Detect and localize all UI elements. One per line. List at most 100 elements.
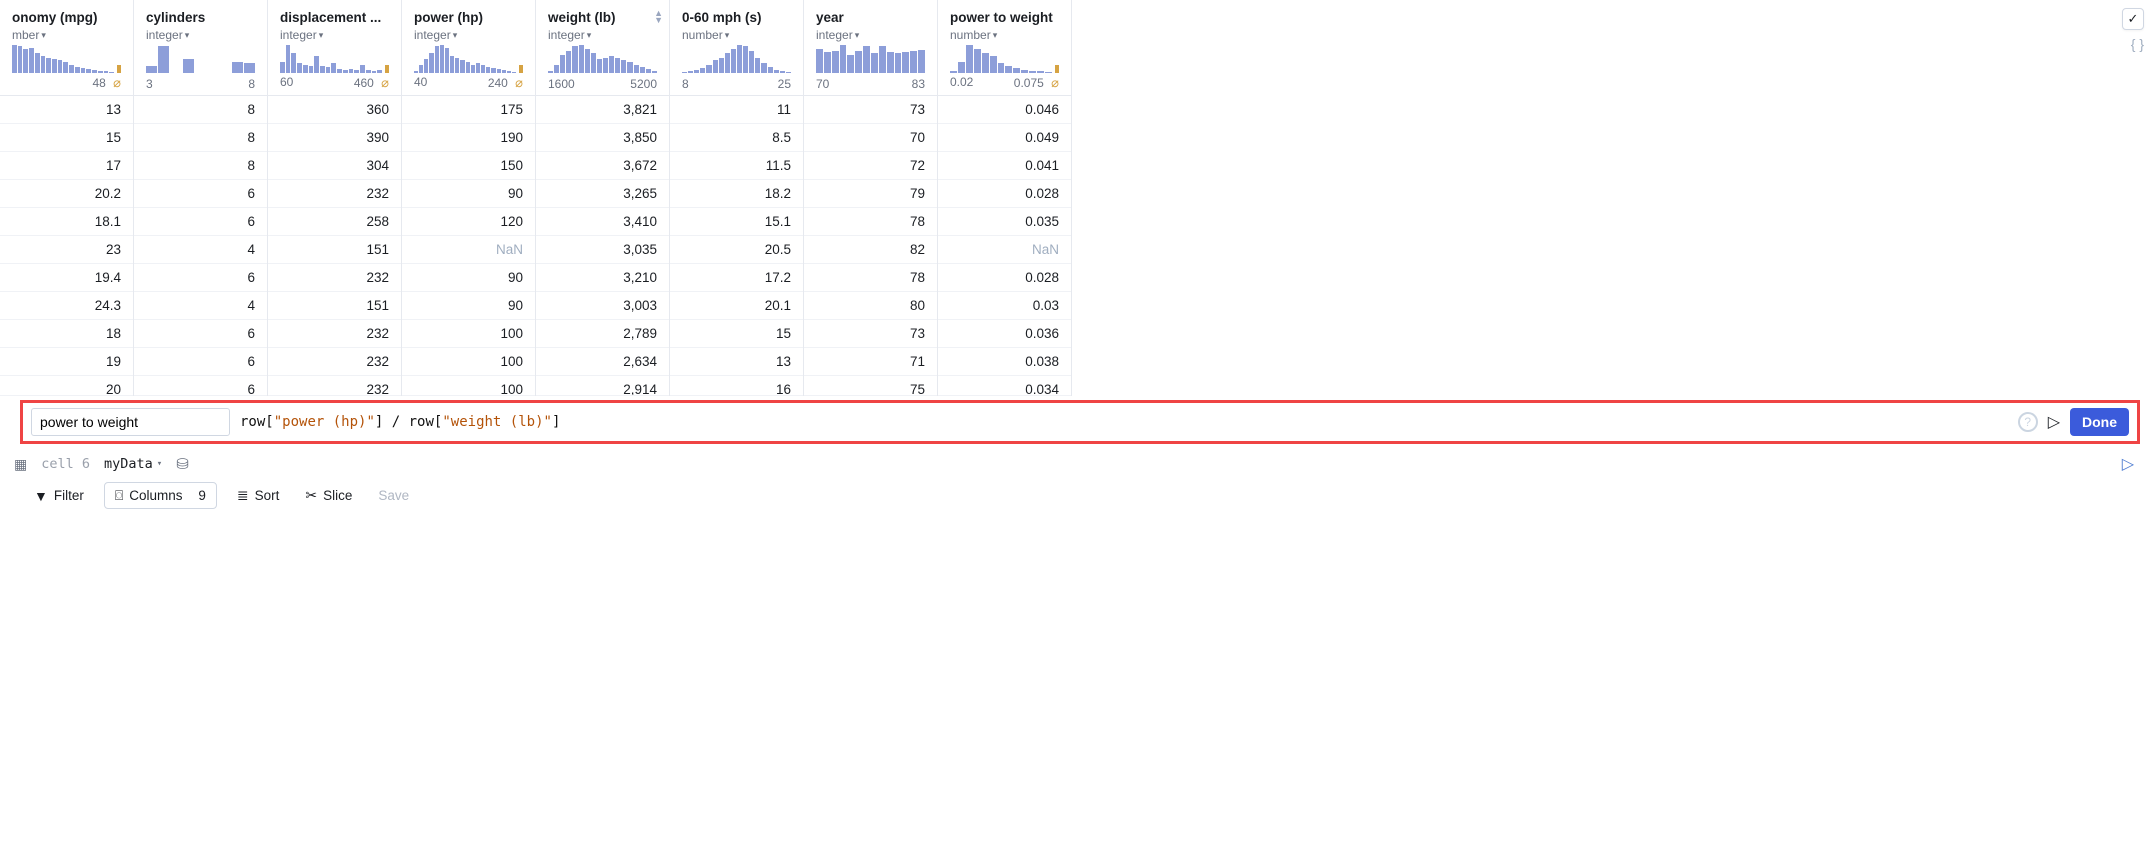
cell[interactable]: 3,210 bbox=[536, 264, 669, 292]
histogram[interactable] bbox=[146, 45, 255, 73]
cell[interactable]: NaN bbox=[938, 236, 1071, 264]
help-icon[interactable]: ? bbox=[2018, 412, 2038, 432]
cell[interactable]: 3,035 bbox=[536, 236, 669, 264]
cell[interactable]: 0.028 bbox=[938, 264, 1071, 292]
histogram[interactable] bbox=[12, 45, 121, 73]
column-type-selector[interactable]: integer ▾ bbox=[816, 28, 859, 42]
cell[interactable]: 18 bbox=[0, 320, 133, 348]
cell[interactable]: 78 bbox=[804, 208, 937, 236]
run-cell-icon[interactable]: ▷ bbox=[2122, 454, 2134, 474]
column-type-selector[interactable]: mber ▾ bbox=[12, 28, 46, 42]
cell[interactable]: 0.041 bbox=[938, 152, 1071, 180]
cell[interactable]: 8.5 bbox=[670, 124, 803, 152]
cell[interactable]: 80 bbox=[804, 292, 937, 320]
column-header[interactable]: 0-60 mph (s)number ▾825 bbox=[670, 0, 803, 96]
cell[interactable]: 120 bbox=[402, 208, 535, 236]
cell[interactable]: 19.4 bbox=[0, 264, 133, 292]
cell[interactable]: 73 bbox=[804, 96, 937, 124]
cell[interactable]: 6 bbox=[134, 208, 267, 236]
cell[interactable]: 23 bbox=[0, 236, 133, 264]
cell[interactable]: 175 bbox=[402, 96, 535, 124]
cell[interactable]: 4 bbox=[134, 236, 267, 264]
cell[interactable]: 6 bbox=[134, 320, 267, 348]
column-header[interactable]: weight (lb)integer ▾▲▼⋮⋮16005200 bbox=[536, 0, 669, 96]
cell[interactable]: 2,789 bbox=[536, 320, 669, 348]
cell[interactable]: 3,672 bbox=[536, 152, 669, 180]
cell[interactable]: 19 bbox=[0, 348, 133, 376]
cell[interactable]: 75 bbox=[804, 376, 937, 396]
cell[interactable]: 73 bbox=[804, 320, 937, 348]
column-header[interactable]: displacement ...integer ▾60460 ⌀ bbox=[268, 0, 401, 96]
cell[interactable]: 20 bbox=[0, 376, 133, 396]
cell[interactable]: 390 bbox=[268, 124, 401, 152]
column-header[interactable]: cylindersinteger ▾38 bbox=[134, 0, 267, 96]
cell[interactable]: 151 bbox=[268, 292, 401, 320]
cell[interactable]: 11.5 bbox=[670, 152, 803, 180]
cell[interactable]: 360 bbox=[268, 96, 401, 124]
cell[interactable]: 304 bbox=[268, 152, 401, 180]
cell[interactable]: 13 bbox=[0, 96, 133, 124]
cell[interactable]: 0.036 bbox=[938, 320, 1071, 348]
cell[interactable]: 20.1 bbox=[670, 292, 803, 320]
column-type-selector[interactable]: number ▾ bbox=[682, 28, 729, 42]
cell[interactable]: 100 bbox=[402, 320, 535, 348]
cell[interactable]: 13 bbox=[670, 348, 803, 376]
cell[interactable]: 0.038 bbox=[938, 348, 1071, 376]
cell[interactable]: 70 bbox=[804, 124, 937, 152]
cell[interactable]: 232 bbox=[268, 320, 401, 348]
cell[interactable]: 6 bbox=[134, 264, 267, 292]
cell[interactable]: 79 bbox=[804, 180, 937, 208]
cell[interactable]: 17 bbox=[0, 152, 133, 180]
cell[interactable]: 8 bbox=[134, 124, 267, 152]
cell[interactable]: 4 bbox=[134, 292, 267, 320]
cell[interactable]: 151 bbox=[268, 236, 401, 264]
columns-button[interactable]: ⌼ Columns 9 bbox=[104, 482, 217, 509]
cell[interactable]: 6 bbox=[134, 348, 267, 376]
cell[interactable]: 18.2 bbox=[670, 180, 803, 208]
cell[interactable]: 6 bbox=[134, 180, 267, 208]
cell[interactable]: 0.034 bbox=[938, 376, 1071, 396]
cell[interactable]: 3,850 bbox=[536, 124, 669, 152]
column-type-selector[interactable]: integer ▾ bbox=[414, 28, 457, 42]
cell[interactable]: 15 bbox=[0, 124, 133, 152]
histogram[interactable] bbox=[414, 45, 523, 73]
column-header[interactable]: onomy (mpg)mber ▾48 ⌀ bbox=[0, 0, 133, 96]
cell[interactable]: 232 bbox=[268, 376, 401, 396]
cell[interactable]: 8 bbox=[134, 96, 267, 124]
histogram[interactable] bbox=[280, 45, 389, 73]
cell[interactable]: 232 bbox=[268, 348, 401, 376]
cell[interactable]: 0.035 bbox=[938, 208, 1071, 236]
cell[interactable]: 15.1 bbox=[670, 208, 803, 236]
cell[interactable]: 16 bbox=[670, 376, 803, 396]
cell[interactable]: 3,410 bbox=[536, 208, 669, 236]
cell[interactable]: 18.1 bbox=[0, 208, 133, 236]
cell[interactable]: 0.049 bbox=[938, 124, 1071, 152]
cell[interactable]: 258 bbox=[268, 208, 401, 236]
cell[interactable]: 90 bbox=[402, 292, 535, 320]
cell[interactable]: 2,634 bbox=[536, 348, 669, 376]
cell[interactable]: 150 bbox=[402, 152, 535, 180]
histogram[interactable] bbox=[950, 45, 1059, 73]
sort-button[interactable]: ≣ Sort bbox=[231, 483, 286, 508]
formula-expression-input[interactable]: row["power (hp)"] / row["weight (lb)"] bbox=[240, 414, 2008, 430]
cell[interactable]: 0.03 bbox=[938, 292, 1071, 320]
cell[interactable]: 71 bbox=[804, 348, 937, 376]
new-column-name-input[interactable] bbox=[31, 408, 230, 436]
cell[interactable]: 78 bbox=[804, 264, 937, 292]
cell[interactable]: 20.5 bbox=[670, 236, 803, 264]
cell[interactable]: 72 bbox=[804, 152, 937, 180]
cell[interactable]: 6 bbox=[134, 376, 267, 396]
column-type-selector[interactable]: number ▾ bbox=[950, 28, 997, 42]
cell[interactable]: 8 bbox=[134, 152, 267, 180]
cell[interactable]: 20.2 bbox=[0, 180, 133, 208]
cell[interactable]: 90 bbox=[402, 264, 535, 292]
column-header[interactable]: power to weightnumber ▾0.020.075 ⌀ bbox=[938, 0, 1071, 96]
cell[interactable]: NaN bbox=[402, 236, 535, 264]
database-icon[interactable]: ⛁ bbox=[176, 455, 189, 473]
cell[interactable]: 3,265 bbox=[536, 180, 669, 208]
cell[interactable]: 11 bbox=[670, 96, 803, 124]
cell[interactable]: 190 bbox=[402, 124, 535, 152]
column-header[interactable]: power (hp)integer ▾40240 ⌀ bbox=[402, 0, 535, 96]
cell[interactable]: 24.3 bbox=[0, 292, 133, 320]
filter-button[interactable]: ▼ Filter bbox=[28, 484, 90, 508]
